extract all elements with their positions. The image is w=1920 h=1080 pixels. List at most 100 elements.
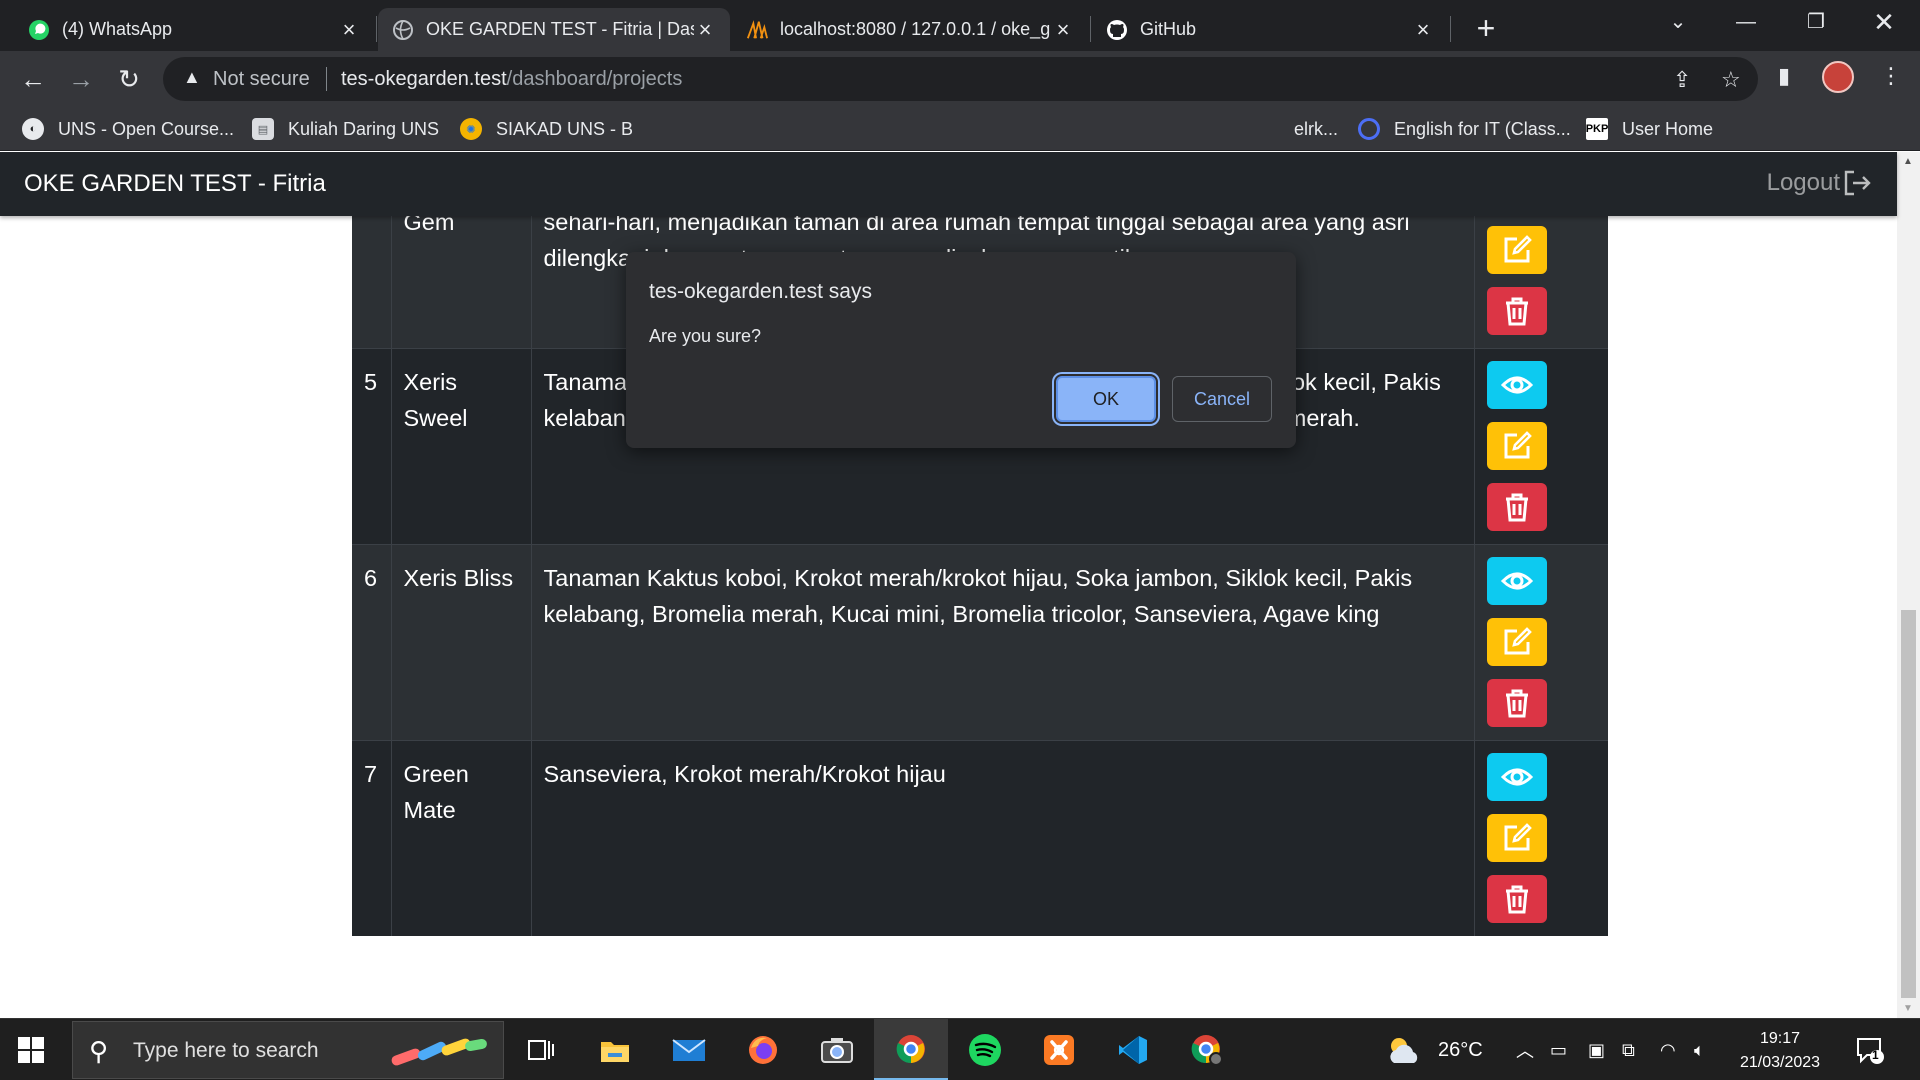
taskbar-clock[interactable]: 19:17 21/03/2023 <box>1730 1027 1830 1075</box>
edit-button[interactable] <box>1486 226 1547 274</box>
view-button[interactable] <box>1486 361 1547 409</box>
quizizz-icon <box>1358 118 1380 140</box>
cancel-button[interactable]: Cancel <box>1172 376 1272 422</box>
weather-temperature: 26°C <box>1438 1038 1483 1061</box>
tab-oke-garden[interactable]: OKE GARDEN TEST - Fitria | Dash × <box>378 8 730 51</box>
tray-chevron-icon[interactable]: ︿ <box>1516 1019 1534 1080</box>
file-explorer-icon[interactable] <box>578 1019 652 1080</box>
side-panel-icon[interactable]: ▮ <box>1778 63 1790 89</box>
close-window-button[interactable]: ✕ <box>1854 0 1914 44</box>
volume-icon[interactable]: 🔈︎ <box>1694 1019 1705 1080</box>
chrome-profile-icon[interactable] <box>1170 1019 1244 1080</box>
wifi-icon[interactable]: ◠ <box>1660 1019 1676 1080</box>
search-highlight-illustration-icon <box>391 1038 487 1066</box>
edit-button[interactable] <box>1486 618 1547 666</box>
chrome-icon[interactable] <box>874 1019 948 1080</box>
tray-device-icon[interactable]: ▣ <box>1588 1019 1605 1080</box>
delete-button[interactable] <box>1486 287 1547 335</box>
tab-title: (4) WhatsApp <box>62 19 173 39</box>
confirm-dialog: tes-okegarden.test says Are you sure? OK… <box>626 252 1296 448</box>
security-label[interactable]: Not secure <box>213 68 310 91</box>
edit-button[interactable] <box>1486 814 1547 862</box>
navbar-brand[interactable]: OKE GARDEN TEST - Fitria <box>24 170 326 198</box>
tab-github[interactable]: GitHub × <box>1092 8 1448 51</box>
row-actions <box>1473 740 1608 936</box>
back-arrow-icon[interactable]: ← <box>14 60 52 98</box>
close-tab-icon[interactable]: × <box>338 17 360 43</box>
row-number: 5 <box>352 348 391 545</box>
menu-kebab-icon[interactable]: ⋮ <box>1880 63 1902 89</box>
weather-widget[interactable]: 26°C <box>1384 1019 1483 1080</box>
omnibox-divider <box>326 67 327 91</box>
view-button[interactable] <box>1486 557 1547 605</box>
mail-icon[interactable] <box>652 1019 726 1080</box>
bookmark-siakad[interactable]: ✺ SIAKAD UNS - B <box>460 107 633 151</box>
new-tab-button[interactable]: + <box>1466 8 1506 48</box>
tab-title: OKE GARDEN TEST - Fitria | Dash <box>426 19 694 39</box>
delete-button[interactable] <box>1486 875 1547 923</box>
delete-button[interactable] <box>1486 679 1547 727</box>
tab-search-chevron-icon[interactable]: ⌄ <box>1648 0 1708 44</box>
star-icon[interactable]: ☆ <box>1721 67 1741 93</box>
page-scrollbar[interactable]: ▲ ▼ <box>1897 152 1920 1018</box>
tab-separator <box>376 16 377 42</box>
address-bar[interactable]: ▲ Not secure tes-okegarden.test/dashboar… <box>163 57 1758 101</box>
search-icon: ⚲ <box>89 1036 109 1066</box>
taskbar-search-box[interactable]: ⚲ Type here to search <box>72 1021 504 1079</box>
scroll-thumb[interactable] <box>1901 610 1916 998</box>
close-tab-icon[interactable]: × <box>1052 17 1074 43</box>
row-actions <box>1473 544 1608 741</box>
table-row: 6 Xeris Bliss Tanaman Kaktus koboi, Krokot… <box>352 544 1608 741</box>
windows-start-icon[interactable] <box>18 1037 44 1068</box>
spotify-icon[interactable] <box>948 1019 1022 1080</box>
xampp-icon[interactable] <box>1022 1019 1096 1080</box>
view-button[interactable] <box>1486 753 1547 801</box>
reload-icon[interactable]: ↻ <box>110 60 148 98</box>
tray-capture-icon[interactable]: ⧉ <box>1622 1019 1635 1080</box>
scroll-up-arrow-icon[interactable]: ▲ <box>1903 156 1913 167</box>
clock-time: 19:17 <box>1759 1030 1801 1047</box>
forward-arrow-icon[interactable]: → <box>62 60 100 98</box>
browser-toolbar: ← → ↻ ▲ Not secure tes-okegarden.test/da… <box>0 51 1920 107</box>
profile-avatar[interactable] <box>1822 61 1854 93</box>
warning-triangle-icon[interactable]: ▲ <box>183 67 201 88</box>
bookmark-uns-open-course[interactable]: ◐ UNS - Open Course... <box>22 107 234 151</box>
scroll-down-arrow-icon[interactable]: ▼ <box>1903 1003 1913 1014</box>
edit-pencil-icon <box>1500 233 1534 267</box>
row-number: 7 <box>352 740 391 936</box>
tab-phpmyadmin[interactable]: localhost:8080 / 127.0.0.1 / oke_g × <box>732 8 1088 51</box>
vscode-icon[interactable] <box>1096 1019 1170 1080</box>
bookmark-kuliah-daring[interactable]: ▤ Kuliah Daring UNS <box>252 107 439 151</box>
trash-icon <box>1500 686 1534 720</box>
partly-cloudy-icon <box>1390 1038 1418 1063</box>
browser-tab-bar: (4) WhatsApp × OKE GARDEN TEST - Fitria … <box>0 0 1920 51</box>
minimize-button[interactable]: — <box>1716 0 1776 44</box>
phpmyadmin-icon <box>746 19 768 41</box>
trash-icon <box>1500 490 1534 524</box>
firefox-icon[interactable] <box>726 1019 800 1080</box>
bookmark-elrk[interactable]: elrk... <box>1294 107 1338 151</box>
close-tab-icon[interactable]: × <box>1412 17 1434 43</box>
tab-whatsapp[interactable]: (4) WhatsApp × <box>14 8 374 51</box>
ok-button[interactable]: OK <box>1056 376 1156 422</box>
edit-pencil-icon <box>1500 821 1534 855</box>
close-tab-icon[interactable]: × <box>694 17 716 43</box>
delete-button[interactable] <box>1486 483 1547 531</box>
bookmark-label: Kuliah Daring UNS <box>288 118 440 139</box>
share-icon[interactable]: ⇪ <box>1673 67 1691 93</box>
restore-button[interactable]: ❐ <box>1786 0 1846 44</box>
bookmark-user-home[interactable]: PKP User Home <box>1586 107 1713 151</box>
dialog-title: tes-okegarden.test says <box>649 280 872 303</box>
bookmark-english-for-it[interactable]: English for IT (Class... <box>1358 107 1571 151</box>
logout-link[interactable]: Logout <box>1767 168 1872 198</box>
edit-button[interactable] <box>1486 422 1547 470</box>
camera-icon[interactable] <box>800 1019 874 1080</box>
battery-icon[interactable]: ▭ <box>1550 1019 1567 1080</box>
notification-center-icon[interactable]: 1 <box>1855 1036 1885 1071</box>
page-viewport: OKE GARDEN TEST - Fitria Logout 4Minima … <box>0 152 1920 1018</box>
task-view-icon[interactable] <box>504 1019 578 1080</box>
logout-label: Logout <box>1766 169 1840 196</box>
url-text[interactable]: tes-okegarden.test/dashboard/projects <box>341 68 682 91</box>
eye-icon <box>1500 368 1534 402</box>
top-navbar: OKE GARDEN TEST - Fitria Logout <box>0 152 1897 216</box>
